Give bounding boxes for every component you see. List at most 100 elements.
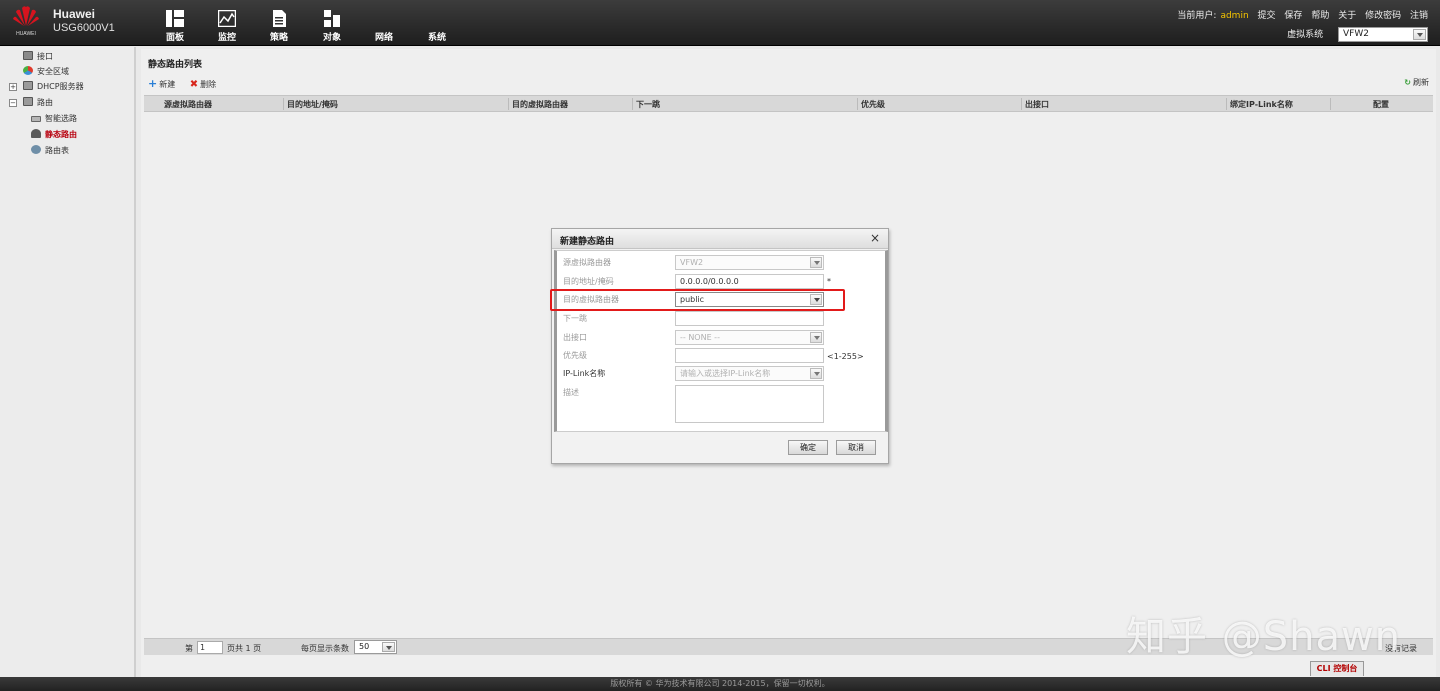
route-table-icon xyxy=(31,145,41,154)
brand-text: HUAWEI xyxy=(16,31,36,37)
nav-label: 系统 xyxy=(427,33,446,43)
column-divider xyxy=(283,98,284,110)
delete-label: 删除 xyxy=(200,80,217,89)
top-header: HUAWEI Huawei USG6000V1 面板 监控 策略 对象 网络 系… xyxy=(0,0,1440,46)
chevron-down-icon xyxy=(810,368,822,379)
description-textarea[interactable] xyxy=(675,385,824,423)
next-hop-label: 下一跳 xyxy=(563,314,587,323)
cli-console-button[interactable]: CLI 控制台 xyxy=(1310,661,1364,676)
submit-link[interactable]: 提交 xyxy=(1258,11,1276,21)
sidebar: 接口 安全区域 + DHCP服务器 − 路由 智能选路 静态路由 路由表 xyxy=(0,47,136,677)
dest-vr-label: 目的虚拟路由器 xyxy=(563,295,619,304)
new-static-route-dialog: 新建静态路由 × 源虚拟路由器 VFW2 目的地址/掩码 0.0.0.0/0.0… xyxy=(551,228,889,464)
src-vr-value: VFW2 xyxy=(680,258,704,267)
desc-label: 描述 xyxy=(563,388,579,397)
list-toolbar: + 新建 ✖ 删除 xyxy=(148,77,228,90)
huawei-logo: HUAWEI xyxy=(8,5,44,41)
plus-icon: + xyxy=(148,77,158,90)
sidebar-item-label: 智能选路 xyxy=(45,114,77,123)
next-hop-input[interactable] xyxy=(675,311,824,326)
product-name: Huawei USG6000V1 xyxy=(53,7,115,34)
iplink-label: IP-Link名称 xyxy=(563,369,606,378)
close-icon[interactable]: × xyxy=(870,231,880,245)
sidebar-item-dhcp[interactable]: + DHCP服务器 xyxy=(9,80,84,94)
sidebar-item-security-zone[interactable]: 安全区域 xyxy=(23,65,69,79)
nav-label: 网络 xyxy=(374,33,393,43)
ok-button[interactable]: 确定 xyxy=(788,440,828,455)
column-header[interactable]: 目的地址/掩码 xyxy=(287,99,338,110)
sidebar-item-route-table[interactable]: 路由表 xyxy=(31,144,69,158)
dashboard-icon xyxy=(166,10,184,27)
watermark: 知乎 @Shawn xyxy=(1126,614,1402,660)
iplink-placeholder: 请输入或选择IP-Link名称 xyxy=(680,369,771,378)
column-header[interactable]: 源虚拟路由器 xyxy=(164,99,212,110)
page-number-input[interactable]: 1 xyxy=(197,641,223,654)
dest-vr-value: public xyxy=(680,295,705,304)
sidebar-item-route[interactable]: − 路由 xyxy=(9,96,53,110)
per-page-label: 每页显示条数 xyxy=(301,644,349,653)
sidebar-item-label: 接口 xyxy=(37,52,53,61)
table-header: 源虚拟路由器 目的地址/掩码 目的虚拟路由器 下一跳 优先级 出接口 绑定IP-… xyxy=(144,95,1433,112)
nav-monitor[interactable]: 监控 xyxy=(207,10,247,43)
vsys-select[interactable]: VFW2 xyxy=(1338,27,1428,42)
help-link[interactable]: 帮助 xyxy=(1311,11,1329,21)
sidebar-item-label: 静态路由 xyxy=(45,130,77,139)
column-header[interactable]: 目的虚拟路由器 xyxy=(512,99,568,110)
about-link[interactable]: 关于 xyxy=(1338,11,1356,21)
src-vr-select[interactable]: VFW2 xyxy=(675,255,824,270)
iplink-combobox[interactable]: 请输入或选择IP-Link名称 xyxy=(675,366,824,381)
route-icon xyxy=(23,97,33,106)
new-button[interactable]: + 新建 xyxy=(148,77,181,90)
static-route-icon xyxy=(31,129,41,138)
vsys-label: 虚拟系统 xyxy=(1287,30,1324,40)
out-if-select[interactable]: -- NONE -- xyxy=(675,330,824,345)
out-if-value: -- NONE -- xyxy=(680,333,720,342)
page-total: 页共 1 页 xyxy=(227,644,262,653)
column-divider xyxy=(857,98,858,110)
priority-input[interactable] xyxy=(675,348,824,363)
nav-network[interactable]: 网络 xyxy=(364,30,404,43)
priority-label: 优先级 xyxy=(563,351,587,360)
out-if-label: 出接口 xyxy=(563,333,587,342)
policy-icon xyxy=(273,10,286,27)
sidebar-item-interface[interactable]: 接口 xyxy=(23,50,53,64)
page-title: 静态路由列表 xyxy=(148,60,203,70)
chevron-down-icon xyxy=(810,294,822,305)
current-user-label: 当前用户: xyxy=(1177,11,1217,21)
collapse-icon[interactable]: − xyxy=(9,99,17,107)
nav-system[interactable]: 系统 xyxy=(417,30,457,43)
column-header[interactable]: 下一跳 xyxy=(636,99,660,110)
refresh-button[interactable]: ↻ 刷新 xyxy=(1404,77,1429,88)
security-zone-icon xyxy=(23,66,33,75)
dest-vr-select[interactable]: public xyxy=(675,292,824,307)
chevron-down-icon xyxy=(810,332,822,343)
sidebar-item-static-route[interactable]: 静态路由 xyxy=(31,128,77,142)
interface-icon xyxy=(23,51,33,60)
nav-object[interactable]: 对象 xyxy=(312,10,352,43)
page-prefix: 第 xyxy=(185,644,193,653)
column-divider xyxy=(1330,98,1331,110)
column-header[interactable]: 出接口 xyxy=(1025,99,1049,110)
chevron-down-icon xyxy=(810,257,822,268)
expand-icon[interactable]: + xyxy=(9,83,17,91)
nav-policy[interactable]: 策略 xyxy=(259,10,299,43)
delete-button[interactable]: ✖ 删除 xyxy=(190,79,222,90)
save-link[interactable]: 保存 xyxy=(1284,11,1302,21)
object-icon xyxy=(324,10,340,27)
dest-input[interactable]: 0.0.0.0/0.0.0.0 xyxy=(675,274,824,289)
column-header[interactable]: 优先级 xyxy=(861,99,885,110)
column-header[interactable]: 绑定IP-Link名称 xyxy=(1230,99,1293,110)
column-header[interactable]: 配置 xyxy=(1373,99,1389,110)
current-user: admin xyxy=(1220,11,1249,21)
cancel-button[interactable]: 取消 xyxy=(836,440,876,455)
nav-dashboard[interactable]: 面板 xyxy=(155,10,195,43)
logout-link[interactable]: 注销 xyxy=(1410,11,1428,21)
per-page-value: 50 xyxy=(359,642,370,651)
change-password-link[interactable]: 修改密码 xyxy=(1365,11,1401,21)
per-page-select[interactable]: 50 xyxy=(354,640,397,654)
sidebar-item-label: 安全区域 xyxy=(37,67,69,76)
refresh-label: 刷新 xyxy=(1413,78,1429,87)
nav-label: 策略 xyxy=(269,33,288,43)
sidebar-item-smart-route[interactable]: 智能选路 xyxy=(31,112,77,126)
monitor-icon xyxy=(218,10,236,27)
